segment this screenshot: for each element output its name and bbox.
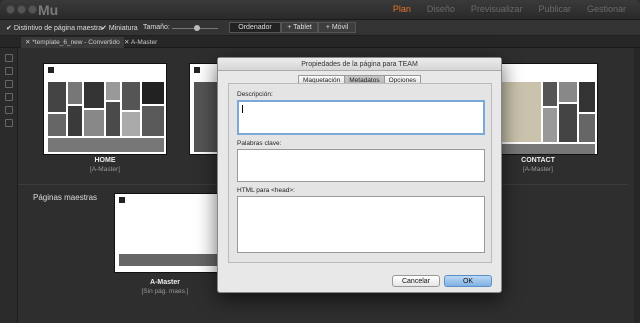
minimize-window-icon[interactable] xyxy=(17,5,26,14)
select-tool-icon[interactable] xyxy=(5,54,13,62)
master-badge-checkbox[interactable]: ✔ Distintivo de página maestra xyxy=(6,24,102,32)
close-tab-icon[interactable]: ✕ xyxy=(124,39,129,46)
page-thumbnail-home[interactable] xyxy=(43,63,167,155)
rectangle-tool-icon[interactable] xyxy=(5,93,13,101)
site-logo-icon xyxy=(119,197,125,203)
site-logo-icon xyxy=(194,67,200,73)
zoom-tool-icon[interactable] xyxy=(5,119,13,127)
dialog-title: Propiedades de la página para TEAM xyxy=(218,58,501,71)
app-logo: Mu xyxy=(38,2,59,18)
head-html-field[interactable] xyxy=(237,196,485,253)
mode-publish[interactable]: Publicar xyxy=(530,4,579,14)
view-mobile-button[interactable]: + Móvil xyxy=(318,22,356,33)
close-tab-icon[interactable]: ✕ xyxy=(25,39,30,46)
thumbnail-label: Miniatura xyxy=(108,25,138,32)
thumbnail-checkbox[interactable]: ✔ Miniatura xyxy=(101,24,138,32)
mode-plan[interactable]: Plan xyxy=(385,4,419,14)
head-html-label: HTML para <head>: xyxy=(237,187,295,194)
page-master-home: [A-Master] xyxy=(90,166,120,173)
ok-button[interactable]: OK xyxy=(444,275,492,287)
close-window-icon[interactable] xyxy=(6,5,15,14)
page-name-home: HOME xyxy=(94,157,116,164)
app-window: Mu Plan Diseño Previsualizar Publicar Ge… xyxy=(0,0,640,323)
keywords-field[interactable] xyxy=(237,149,485,182)
mode-preview[interactable]: Previsualizar xyxy=(463,4,531,14)
canvas-scrollbar[interactable] xyxy=(634,48,640,323)
text-tool-icon[interactable] xyxy=(5,80,13,88)
description-field[interactable] xyxy=(237,100,485,135)
keywords-label: Palabras clave: xyxy=(237,140,282,147)
size-label: Tamaño: xyxy=(143,24,170,31)
document-tab-bar: ✕ *template_6_new - Convertido ✕ A-Maste… xyxy=(0,36,640,48)
master-thumbnail-a[interactable] xyxy=(114,193,219,273)
view-tablet-button[interactable]: + Tablet xyxy=(281,22,318,33)
page-thumbnail-team[interactable] xyxy=(189,63,219,155)
master-badge-label: Distintivo de página maestra xyxy=(13,25,103,32)
checkmark-icon: ✔ xyxy=(6,25,12,32)
site-logo-icon xyxy=(48,67,54,73)
size-slider-knob[interactable] xyxy=(194,25,200,31)
crop-tool-icon[interactable] xyxy=(5,67,13,75)
text-caret xyxy=(242,105,243,113)
page-thumbnail-contact[interactable] xyxy=(500,63,598,155)
masters-section-title: Páginas maestras xyxy=(33,193,98,202)
view-desktop-button[interactable]: Ordenador xyxy=(229,22,281,33)
tab-template[interactable]: ✕ *template_6_new - Convertido xyxy=(21,37,124,48)
cancel-button[interactable]: Cancelar xyxy=(392,275,440,287)
tab-template-label: *template_6_new - Convertido xyxy=(32,39,120,46)
options-bar: ✔ Distintivo de página maestra ✔ Miniatura… xyxy=(0,20,640,36)
master-sub: [Sin pág. maes.] xyxy=(141,288,189,295)
mode-design[interactable]: Diseño xyxy=(419,4,463,14)
tab-a-master-label: A-Master xyxy=(130,39,158,46)
hand-tool-icon[interactable] xyxy=(5,106,13,114)
title-bar: Mu Plan Diseño Previsualizar Publicar Ge… xyxy=(0,0,640,20)
description-label: Descripción: xyxy=(237,91,273,98)
mode-manage[interactable]: Gestionar xyxy=(579,4,634,14)
zoom-window-icon[interactable] xyxy=(28,5,37,14)
tab-a-master[interactable]: ✕ A-Master xyxy=(120,37,161,48)
master-name: A-Master xyxy=(150,279,180,286)
page-properties-dialog: Propiedades de la página para TEAM Maque… xyxy=(217,57,502,293)
left-toolbar xyxy=(0,48,18,323)
checkmark-icon: ✔ xyxy=(101,25,107,32)
mode-switcher: Plan Diseño Previsualizar Publicar Gesti… xyxy=(385,4,634,14)
